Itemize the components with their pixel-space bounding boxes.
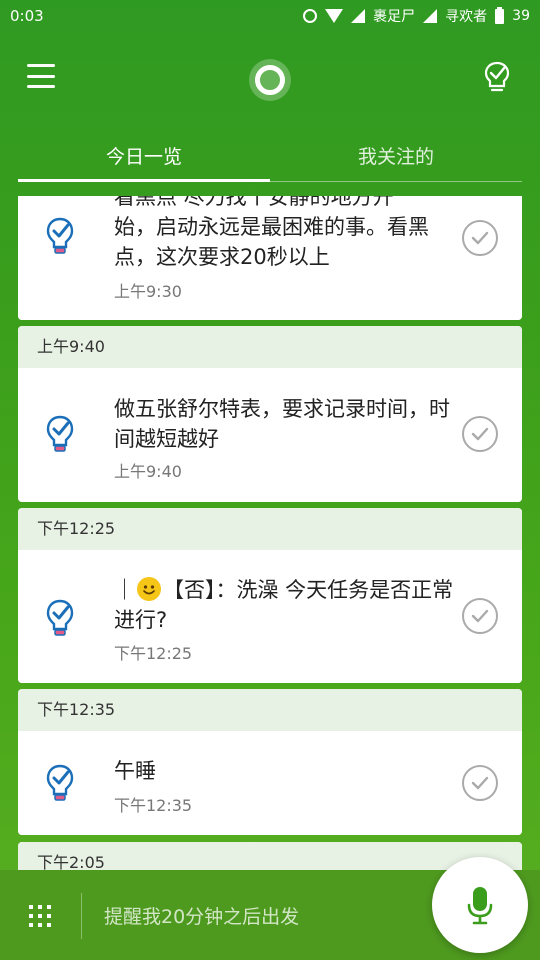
reminder-card[interactable]: 下午12:25 ｜【否】：洗澡 今天任务是否正常进行? 下午12:25 (18, 508, 522, 683)
card-header-time: 下午12:35 (18, 689, 522, 731)
reminder-list: 看黑点 尽力找个安静的地方开 始，启动永远是最困难的事。看黑点，这次要求20秒以… (18, 196, 522, 870)
lightbulb-icon (46, 764, 74, 801)
hamburger-menu-icon[interactable] (27, 64, 55, 88)
keypad-grid-icon[interactable] (29, 905, 51, 927)
cortana-button[interactable] (249, 59, 291, 101)
signal-icon-2 (423, 9, 438, 23)
reminder-text-body: 【否】：洗澡 今天任务是否正常进行? (114, 578, 454, 632)
reminder-time: 上午9:30 (114, 282, 182, 301)
microphone-button[interactable] (432, 857, 528, 953)
status-time: 0:03 (10, 7, 44, 25)
carrier-2: 寻欢者 (445, 9, 488, 25)
reminder-text: 做五张舒尔特表，要求记录时间，时间越短越好 (114, 397, 450, 451)
complete-check-icon[interactable] (462, 598, 498, 634)
reminder-text: 始，启动永远是最困难的事。看黑点，这次要求20秒以上 (114, 215, 429, 269)
complete-check-icon[interactable] (462, 416, 498, 452)
reminder-card[interactable]: 下午2:05 (18, 842, 522, 870)
reminder-text-line0: 看黑点 尽力找个安静的地方开 (114, 196, 394, 209)
battery-level: 39 (512, 8, 530, 24)
reminder-time: 上午9:40 (114, 462, 182, 481)
cortana-ring-icon (255, 65, 285, 95)
card-body: ｜【否】：洗澡 今天任务是否正常进行? 下午12:25 (18, 550, 522, 683)
lightbulb-icon (46, 599, 74, 636)
reminder-text: ｜【否】：洗澡 今天任务是否正常进行? (114, 575, 464, 635)
alarm-icon (303, 9, 318, 23)
carrier-1: 裹足尸 (373, 9, 416, 25)
microphone-icon (467, 887, 493, 925)
card-body: 看黑点 尽力找个安静的地方开 始，启动永远是最困难的事。看黑点，这次要求20秒以… (18, 196, 522, 320)
lightbulb-icon (46, 217, 74, 254)
battery-icon (495, 6, 505, 24)
tab-following[interactable]: 我关注的 (270, 134, 522, 181)
card-header-time: 下午2:05 (18, 842, 522, 870)
complete-check-icon[interactable] (462, 220, 498, 256)
card-header-time: 上午9:40 (18, 326, 522, 368)
tab-bar: 今日一览 我关注的 (18, 134, 522, 182)
smiley-emoji-icon (137, 577, 161, 601)
input-hint[interactable]: 提醒我20分钟之后出发 (104, 902, 299, 929)
card-header-time: 下午12:25 (18, 508, 522, 550)
complete-check-icon[interactable] (462, 765, 498, 801)
divider (81, 893, 82, 939)
lightbulb-icon (46, 415, 74, 452)
app-header (0, 40, 540, 120)
reminder-card[interactable]: 上午9:40 做五张舒尔特表，要求记录时间，时间越短越好 上午9:40 (18, 326, 522, 502)
tab-today[interactable]: 今日一览 (18, 134, 270, 182)
wifi-icon (325, 9, 344, 23)
card-body: 午睡 下午12:35 (18, 731, 522, 835)
reminder-time: 下午12:25 (114, 644, 193, 663)
reminder-card[interactable]: 看黑点 尽力找个安静的地方开 始，启动永远是最困难的事。看黑点，这次要求20秒以… (18, 196, 522, 320)
reminder-text: 午睡 (114, 759, 156, 783)
lightbulb-check-icon[interactable] (482, 60, 512, 94)
status-bar: 0:03 裹足尸 寻欢者 39 (0, 0, 540, 32)
reminder-text-prefix: ｜ (114, 578, 135, 602)
card-body: 做五张舒尔特表，要求记录时间，时间越短越好 上午9:40 (18, 368, 522, 502)
status-icons: 裹足尸 寻欢者 39 (303, 6, 530, 26)
signal-icon (351, 9, 366, 23)
reminder-card[interactable]: 下午12:35 午睡 下午12:35 (18, 689, 522, 835)
reminder-time: 下午12:35 (114, 796, 193, 815)
